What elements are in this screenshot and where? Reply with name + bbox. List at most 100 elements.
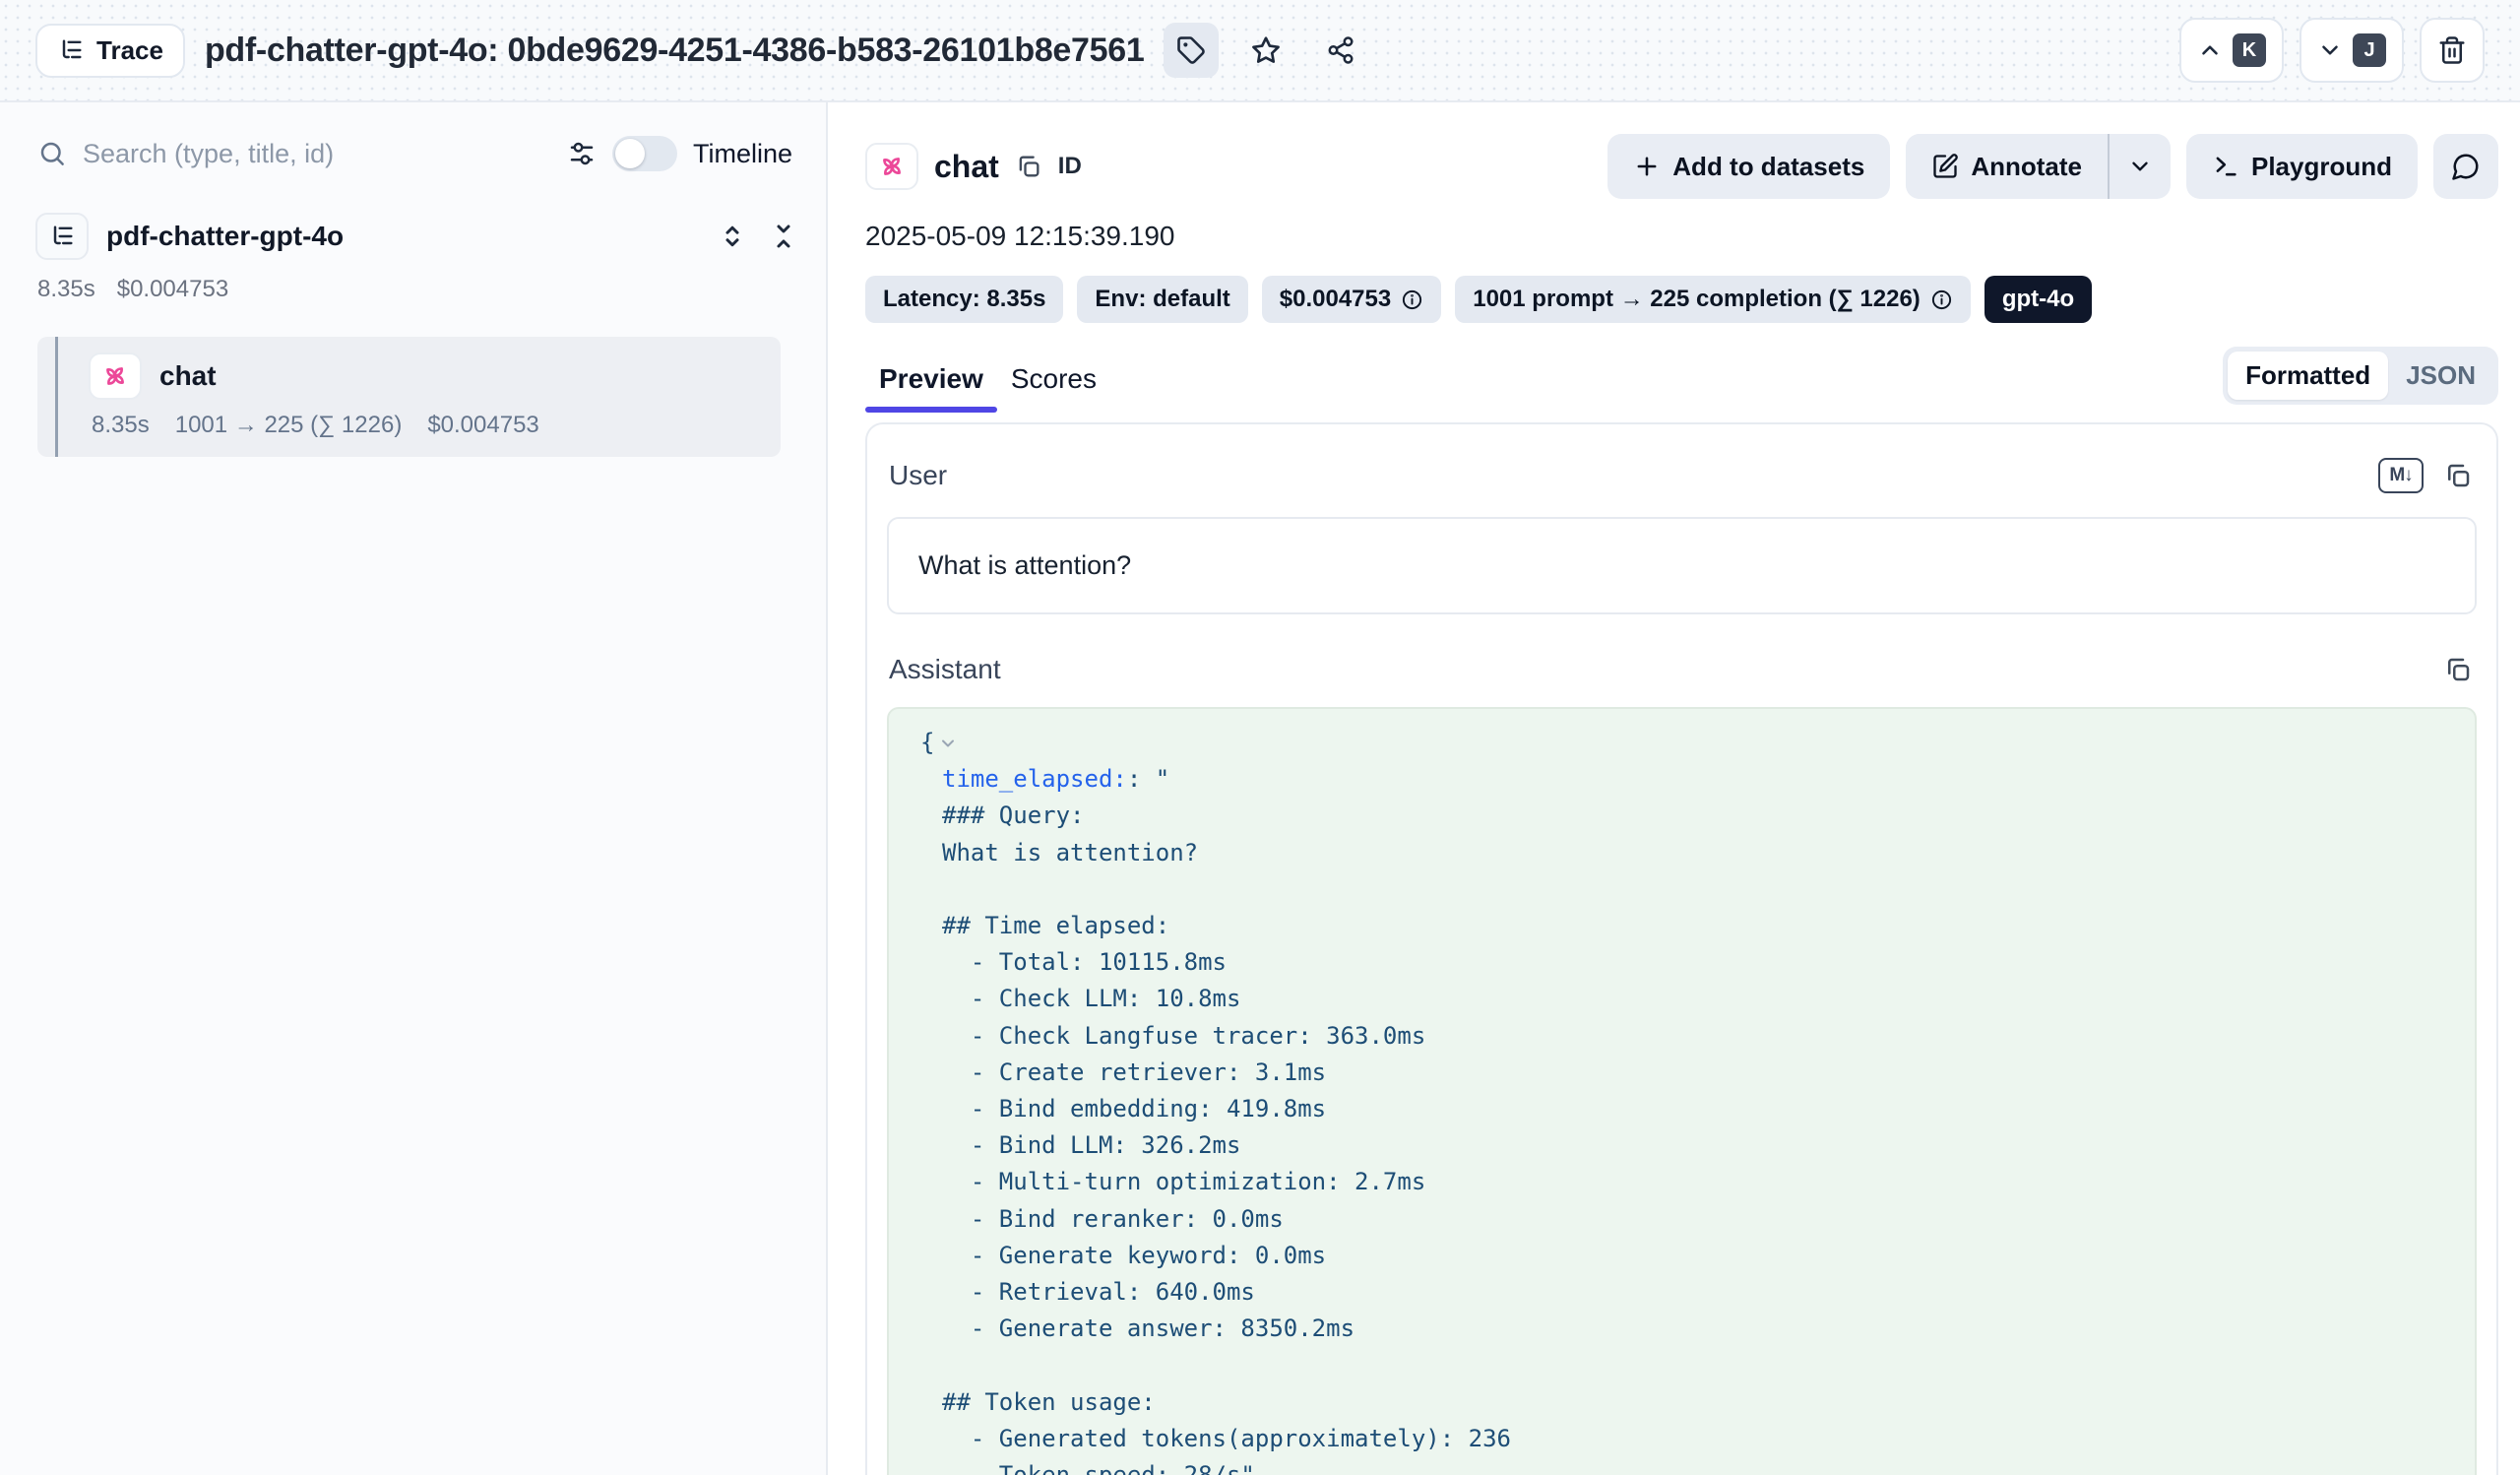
annotate-label: Annotate (1971, 152, 2082, 182)
timeline-label: Timeline (693, 139, 792, 169)
shortcut-key-k: K (2233, 33, 2266, 67)
observation-header: chat ID Add to datasets (865, 132, 2498, 201)
copy-user-content-icon[interactable] (2443, 461, 2473, 490)
observation-duration: 8.35s (92, 412, 150, 439)
code-line: - Total: 10115.8ms (942, 944, 2445, 981)
list-tree-icon (57, 36, 85, 64)
open-brace: { (920, 729, 934, 756)
user-section-label: User (889, 460, 947, 491)
code-line: - Generate answer: 8350.2ms (942, 1311, 2445, 1347)
cost-badge: $0.004753 (1262, 276, 1441, 323)
expand-all-icon[interactable] (718, 222, 747, 251)
search-input[interactable] (83, 139, 551, 169)
code-line: { (920, 725, 2445, 761)
env-value: Env: default (1095, 286, 1229, 313)
code-line: - Retrieval: 640.0ms (942, 1274, 2445, 1311)
copy-assistant-content-icon[interactable] (2443, 655, 2473, 684)
annotate-split-button: Annotate (1906, 134, 2171, 199)
token-usage-value: 1001 prompt → 225 completion (∑ 1226) (1473, 286, 1921, 313)
topbar-actions: K J (2179, 18, 2485, 83)
collapse-all-icon[interactable] (769, 222, 798, 251)
next-trace-button[interactable]: J (2300, 18, 2404, 83)
trace-cost: $0.004753 (117, 276, 228, 303)
format-formatted-option[interactable]: Formatted (2228, 352, 2388, 400)
star-icon (1250, 34, 1282, 66)
assistant-section-icons (2443, 655, 2473, 684)
search-icon (37, 139, 67, 168)
terminal-icon (2212, 153, 2239, 180)
user-section-icons: M↓ (2378, 458, 2473, 493)
view-settings-icon[interactable] (567, 139, 597, 168)
observation-cost: $0.004753 (427, 412, 538, 439)
trace-type-badge: Trace (35, 24, 185, 78)
tree-item-chat-main: chat (37, 353, 781, 400)
info-icon[interactable] (1930, 289, 1953, 311)
tabs-row: Preview Scores Formatted JSON (865, 347, 2498, 413)
trace-detail-page: Trace pdf-chatter-gpt-4o: 0bde9629-4251-… (0, 0, 2520, 1475)
timeline-toggle[interactable] (612, 136, 677, 171)
assistant-section-label: Assistant (889, 654, 1001, 685)
add-to-datasets-label: Add to datasets (1672, 152, 1864, 182)
comment-bubble-icon (2451, 152, 2481, 181)
code-line: - Bind embedding: 419.8ms (942, 1091, 2445, 1127)
cost-value: $0.004753 (1280, 286, 1391, 313)
code-line: time_elapsed:: " (942, 761, 2445, 798)
observation-detail-panel: chat ID Add to datasets (828, 102, 2520, 1475)
chevron-down-icon (2317, 37, 2343, 63)
user-message-text: What is attention? (918, 550, 1131, 580)
tree-root-row[interactable]: pdf-chatter-gpt-4o (35, 213, 798, 260)
copy-id-icon[interactable] (1015, 153, 1042, 180)
code-line: ### Query: (942, 798, 2445, 834)
share-button[interactable] (1313, 23, 1368, 78)
generation-icon (89, 353, 142, 400)
json-body: time_elapsed:: " ### Query: What is atte… (942, 761, 2445, 1475)
previous-trace-button[interactable]: K (2179, 18, 2284, 83)
code-line: ## Token usage: (942, 1384, 2445, 1421)
markdown-toggle-icon[interactable]: M↓ (2378, 458, 2424, 493)
id-label[interactable]: ID (1058, 153, 1082, 180)
code-line: What is attention? (942, 835, 2445, 871)
assistant-output-card: { time_elapsed:: " ### Query: What is at… (887, 707, 2477, 1475)
model-badge[interactable]: gpt-4o (1984, 276, 2092, 323)
bookmark-star-button[interactable] (1238, 23, 1293, 78)
annotate-dropdown-chevron[interactable] (2110, 134, 2171, 199)
toggle-knob (615, 139, 645, 168)
token-usage-badge: 1001 prompt → 225 completion (∑ 1226) (1455, 276, 1971, 323)
page-title: pdf-chatter-gpt-4o: 0bde9629-4251-4386-b… (205, 32, 1145, 70)
observation-timestamp: 2025-05-09 12:15:39.190 (865, 221, 2498, 252)
trace-tree-panel: Timeline pdf-chatter-gpt-4o 8.35s (0, 102, 828, 1475)
observation-tokens: 1001 → 225 (∑ 1226) (175, 412, 403, 439)
annotate-pen-icon (1931, 153, 1959, 180)
code-line: - Create retriever: 3.1ms (942, 1055, 2445, 1091)
tree-guide-line (55, 337, 58, 457)
tab-preview[interactable]: Preview (865, 363, 997, 413)
generation-icon (865, 143, 918, 190)
body: Timeline pdf-chatter-gpt-4o 8.35s (0, 102, 2520, 1475)
code-line: - Token speed: 28/s" (942, 1457, 2445, 1475)
delete-trace-button[interactable] (2420, 18, 2485, 83)
tab-scores[interactable]: Scores (997, 363, 1110, 413)
trace-root-name: pdf-chatter-gpt-4o (106, 221, 344, 252)
preview-content: User M↓ What is attention? Assistant (865, 422, 2498, 1475)
shortcut-key-j: J (2353, 33, 2386, 67)
code-line: - Multi-turn optimization: 2.7ms (942, 1164, 2445, 1200)
format-json-option[interactable]: JSON (2388, 352, 2493, 400)
observation-title: chat (934, 149, 999, 185)
info-icon[interactable] (1401, 289, 1423, 311)
tree-item-chat[interactable]: chat 8.35s 1001 → 225 (∑ 1226) $0.004753 (37, 337, 781, 457)
playground-button[interactable]: Playground (2186, 134, 2418, 199)
observation-name: chat (159, 360, 217, 392)
comments-button[interactable] (2433, 134, 2498, 199)
model-name: gpt-4o (2002, 286, 2074, 313)
code-line (942, 1347, 2445, 1383)
code-line: ## Time elapsed: (942, 908, 2445, 944)
tags-button[interactable] (1164, 23, 1219, 78)
annotate-button[interactable]: Annotate (1906, 134, 2108, 199)
trace-duration: 8.35s (37, 276, 95, 303)
format-toggle: Formatted JSON (2223, 347, 2498, 405)
add-to-datasets-button[interactable]: Add to datasets (1607, 134, 1890, 199)
collapse-chevron-icon[interactable] (938, 734, 958, 753)
code-line: - Check Langfuse tracer: 363.0ms (942, 1018, 2445, 1055)
share-icon (1326, 35, 1355, 65)
code-line: - Bind reranker: 0.0ms (942, 1201, 2445, 1238)
